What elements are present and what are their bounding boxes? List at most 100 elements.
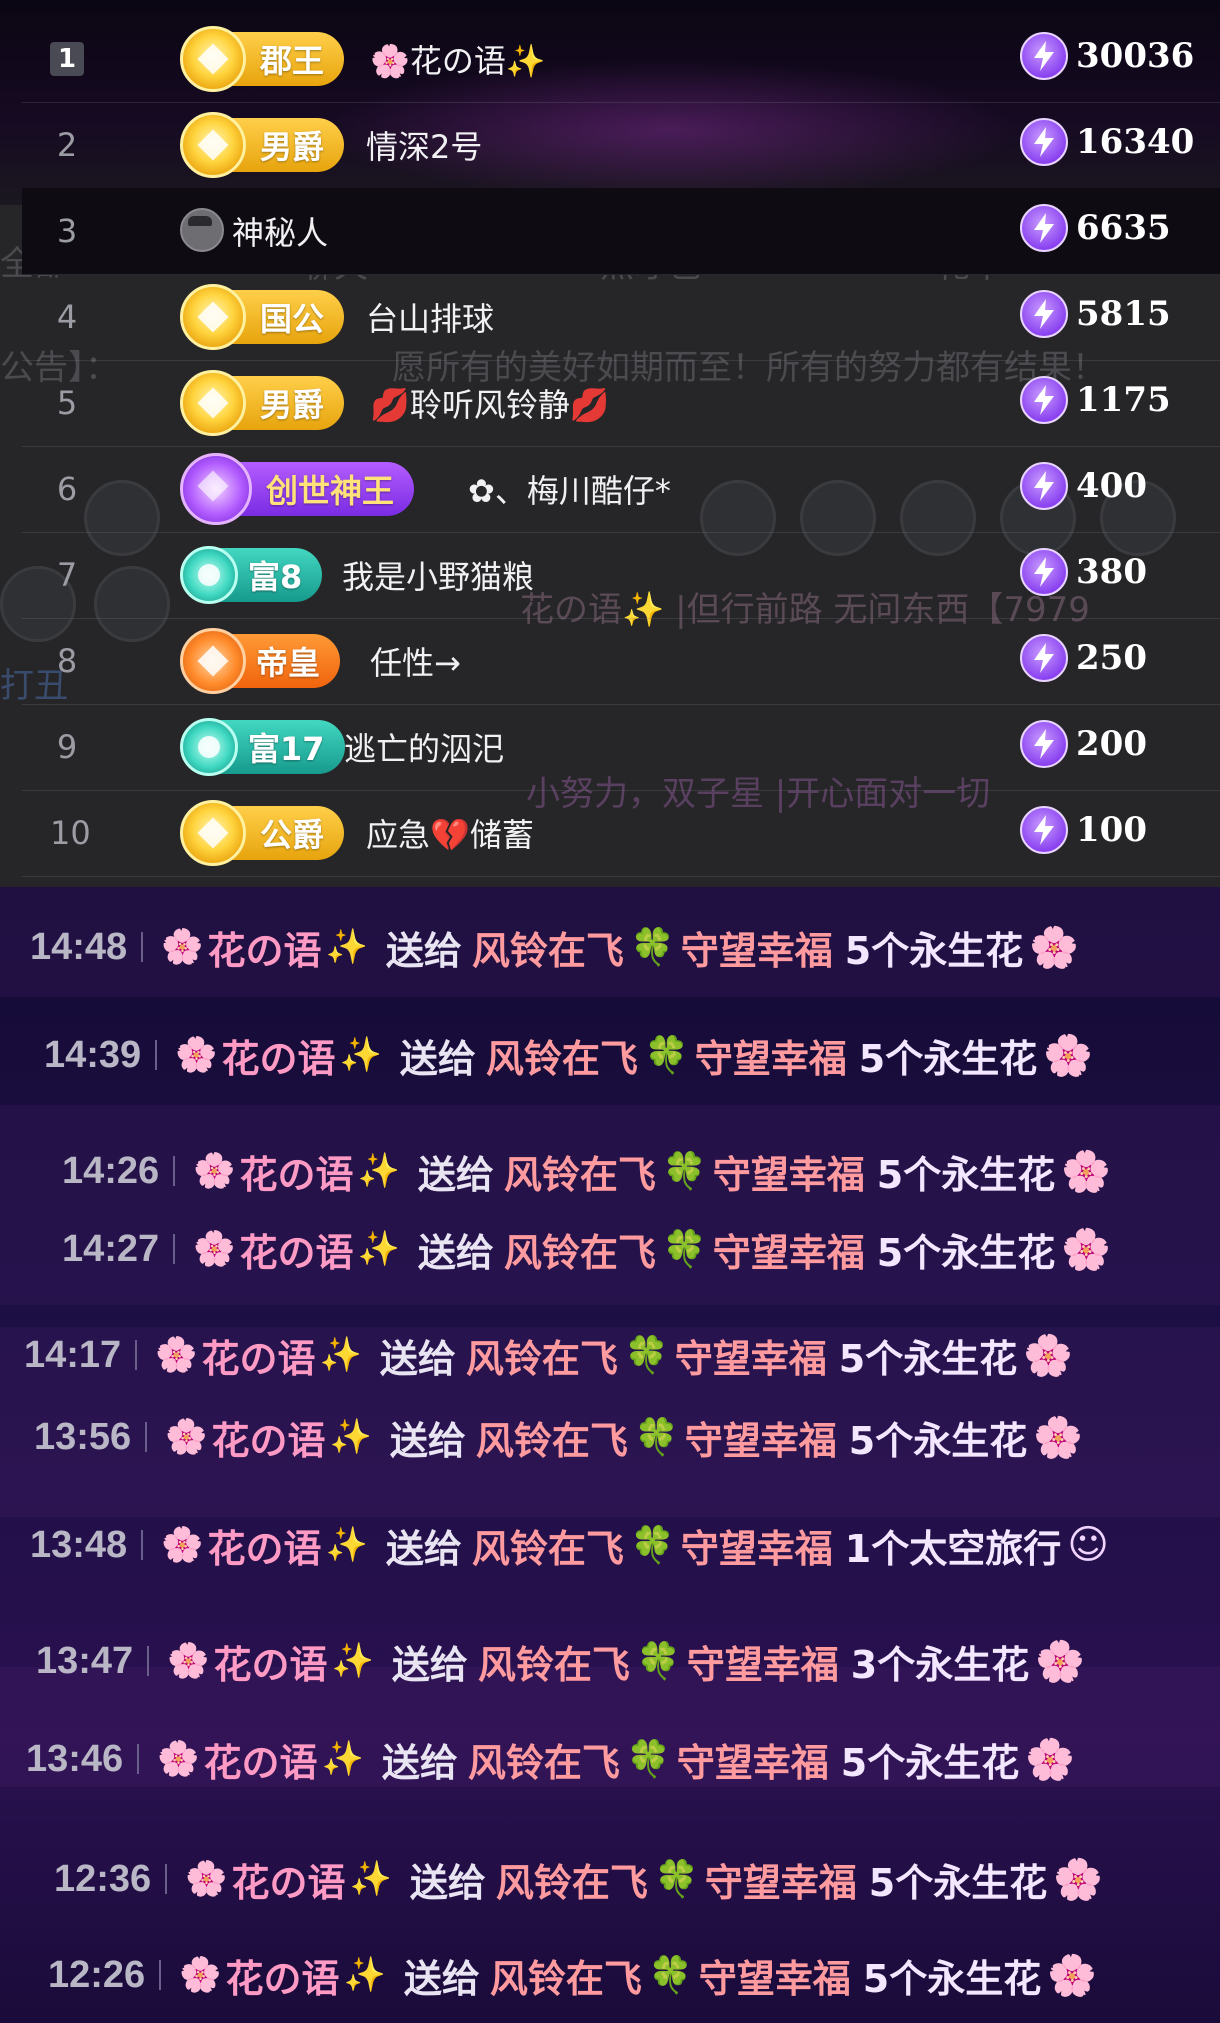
user-name[interactable]: 我是小野猫粮 [342,552,534,598]
leaderboard-row[interactable]: 9 富17 逃亡的泅汜 200 [22,704,1220,791]
user-name[interactable]: 台山排球 [366,294,494,340]
gift-verb: 送给 [399,1036,476,1081]
user-name[interactable]: 应急💔储蓄 [366,810,534,856]
score: 250 [1020,634,1147,682]
noble-emblem-icon [180,112,246,178]
user-name[interactable]: 逃亡的泅汜 [344,724,504,770]
flower-icon: 🌸 [167,1641,210,1681]
gift-time: 13:46 [26,1737,124,1780]
noble-badge: 帝皇 [180,628,341,694]
gift-name: 5个永生花 [876,1230,1056,1275]
rank-number: 2 [56,126,78,164]
recipient-name-2[interactable]: 守望幸福 [681,1518,833,1573]
recipient-name[interactable]: 风铃在飞 [472,920,624,975]
gift-name: 5个永生花 [858,1036,1038,1081]
user-name[interactable]: 🌸花の语✨ [370,36,546,82]
sender-name[interactable]: 花の语 [232,1852,346,1907]
score-value: 6635 [1076,208,1171,248]
clover-icon: 🍀 [661,1151,707,1192]
sender-name[interactable]: 花の语 [208,1518,322,1573]
sender-name[interactable]: 花の语 [202,1328,316,1383]
leaderboard-row[interactable]: 8 帝皇 任性→ 250 [22,618,1220,705]
rank-number: 3 [56,212,78,250]
leaderboard-row[interactable]: 10 公爵 应急💔储蓄 100 [22,790,1220,877]
recipient-name-2[interactable]: 守望幸福 [713,1144,865,1199]
eternal-flower-gift-icon: 🌸 [1029,924,1080,971]
recipient-name-2[interactable]: 守望幸福 [675,1328,827,1383]
recipient-name[interactable]: 风铃在飞 [504,1144,656,1199]
badge-label: 国公 [260,300,325,338]
mystery-avatar-icon [180,208,224,252]
gift-name: 5个永生花 [862,1956,1042,2001]
recipient-name[interactable]: 风铃在飞 [496,1852,648,1907]
noble-badge: 男爵 [180,370,345,436]
recipient-name[interactable]: 风铃在飞 [468,1732,620,1787]
recipient-name-2[interactable]: 守望幸福 [687,1634,839,1689]
badge-label: 男爵 [260,128,325,166]
clover-icon: 🍀 [635,1641,681,1682]
flower-icon: 🌸 [193,1229,236,1269]
recipient-name-2[interactable]: 守望幸福 [699,1948,851,2003]
recipient-name[interactable]: 风铃在飞 [466,1328,618,1383]
wealth-emblem-icon [180,546,238,604]
gift-time: 13:48 [30,1523,128,1566]
recipient-name[interactable]: 风铃在飞 [486,1028,638,1083]
noble-badge: 男爵 [180,112,345,178]
badge-label: 富8 [248,558,303,596]
clover-icon: 🍀 [623,1335,669,1376]
sender-name[interactable]: 花の语 [212,1410,326,1465]
sender-name[interactable]: 花の语 [214,1634,328,1689]
recipient-name[interactable]: 风铃在飞 [476,1410,628,1465]
gift-record: 14:48 🌸 花の语 ✨ 送给 风铃在飞 🍀 守望幸福 5个永生花 🌸 [30,917,1079,977]
rank-number: 4 [56,298,78,336]
recipient-name-2[interactable]: 守望幸福 [713,1222,865,1277]
gift-name: 5个永生花 [876,1152,1056,1197]
gift-name: 5个永生花 [848,1418,1028,1463]
recipient-name[interactable]: 风铃在飞 [490,1948,642,2003]
gift-name: 3个永生花 [850,1642,1030,1687]
noble-emblem-icon [180,370,246,436]
sender-name[interactable]: 花の语 [226,1948,340,2003]
lightning-bolt-icon [1020,462,1068,510]
sender-name[interactable]: 花の语 [204,1732,318,1787]
gift-record: 13:46 🌸 花の语 ✨ 送给 风铃在飞 🍀 守望幸福 5个永生花 🌸 [26,1729,1075,1789]
gift-record: 12:26 🌸 花の语 ✨ 送给 风铃在飞 🍀 守望幸福 5个永生花 🌸 [48,1945,1097,2005]
user-name[interactable]: 神秘人 [232,208,328,254]
recipient-name-2[interactable]: 守望幸福 [685,1410,837,1465]
score: 5815 [1020,290,1171,338]
recipient-name[interactable]: 风铃在飞 [478,1634,630,1689]
user-name[interactable]: 情深2号 [366,122,482,168]
recipient-name[interactable]: 风铃在飞 [472,1518,624,1573]
recipient-name[interactable]: 风铃在飞 [504,1222,656,1277]
sparkle-icon: ✨ [329,1417,372,1457]
sparkle-icon: ✨ [357,1151,400,1191]
user-name[interactable]: ✿、梅川酷仔* [468,466,671,512]
gift-record: 13:56 🌸 花の语 ✨ 送给 风铃在飞 🍀 守望幸福 5个永生花 🌸 [34,1407,1083,1467]
gift-name: 5个永生花 [844,928,1024,973]
recipient-name-2[interactable]: 守望幸福 [705,1852,857,1907]
gift-record: 13:47 🌸 花の语 ✨ 送给 风铃在飞 🍀 守望幸福 3个永生花 🌸 [36,1631,1085,1691]
clover-icon: 🍀 [643,1035,689,1076]
leaderboard-row[interactable]: 6 创世神王 ✿、梅川酷仔* 400 [22,446,1220,533]
sender-name[interactable]: 花の语 [208,920,322,975]
recipient-name-2[interactable]: 守望幸福 [695,1028,847,1083]
leaderboard-row[interactable]: 3 神秘人 6635 [22,188,1220,275]
leaderboard-row[interactable]: 1 郡王 🌸花の语✨ 30036 [22,16,1220,103]
sender-name[interactable]: 花の语 [240,1144,354,1199]
leaderboard-row[interactable]: 7 富8 我是小野猫粮 380 [22,532,1220,619]
recipient-name-2[interactable]: 守望幸福 [677,1732,829,1787]
badge-label: 郡王 [260,42,325,80]
gift-verb: 送给 [391,1642,468,1687]
sender-name[interactable]: 花の语 [240,1222,354,1277]
recipient-name-2[interactable]: 守望幸福 [681,920,833,975]
leaderboard-row[interactable]: 4 国公 台山排球 5815 [22,274,1220,361]
flower-icon: 🌸 [193,1151,236,1191]
user-name[interactable]: 💋聆听风铃静💋 [370,380,610,426]
leaderboard-row[interactable]: 5 男爵 💋聆听风铃静💋 1175 [22,360,1220,447]
badge-label: 帝皇 [256,644,321,682]
noble-badge: 创世神王 [180,453,415,525]
clover-icon: 🍀 [661,1229,707,1270]
user-name[interactable]: 任性→ [370,638,461,684]
leaderboard-row[interactable]: 2 男爵 情深2号 16340 [22,102,1220,189]
sender-name[interactable]: 花の语 [222,1028,336,1083]
